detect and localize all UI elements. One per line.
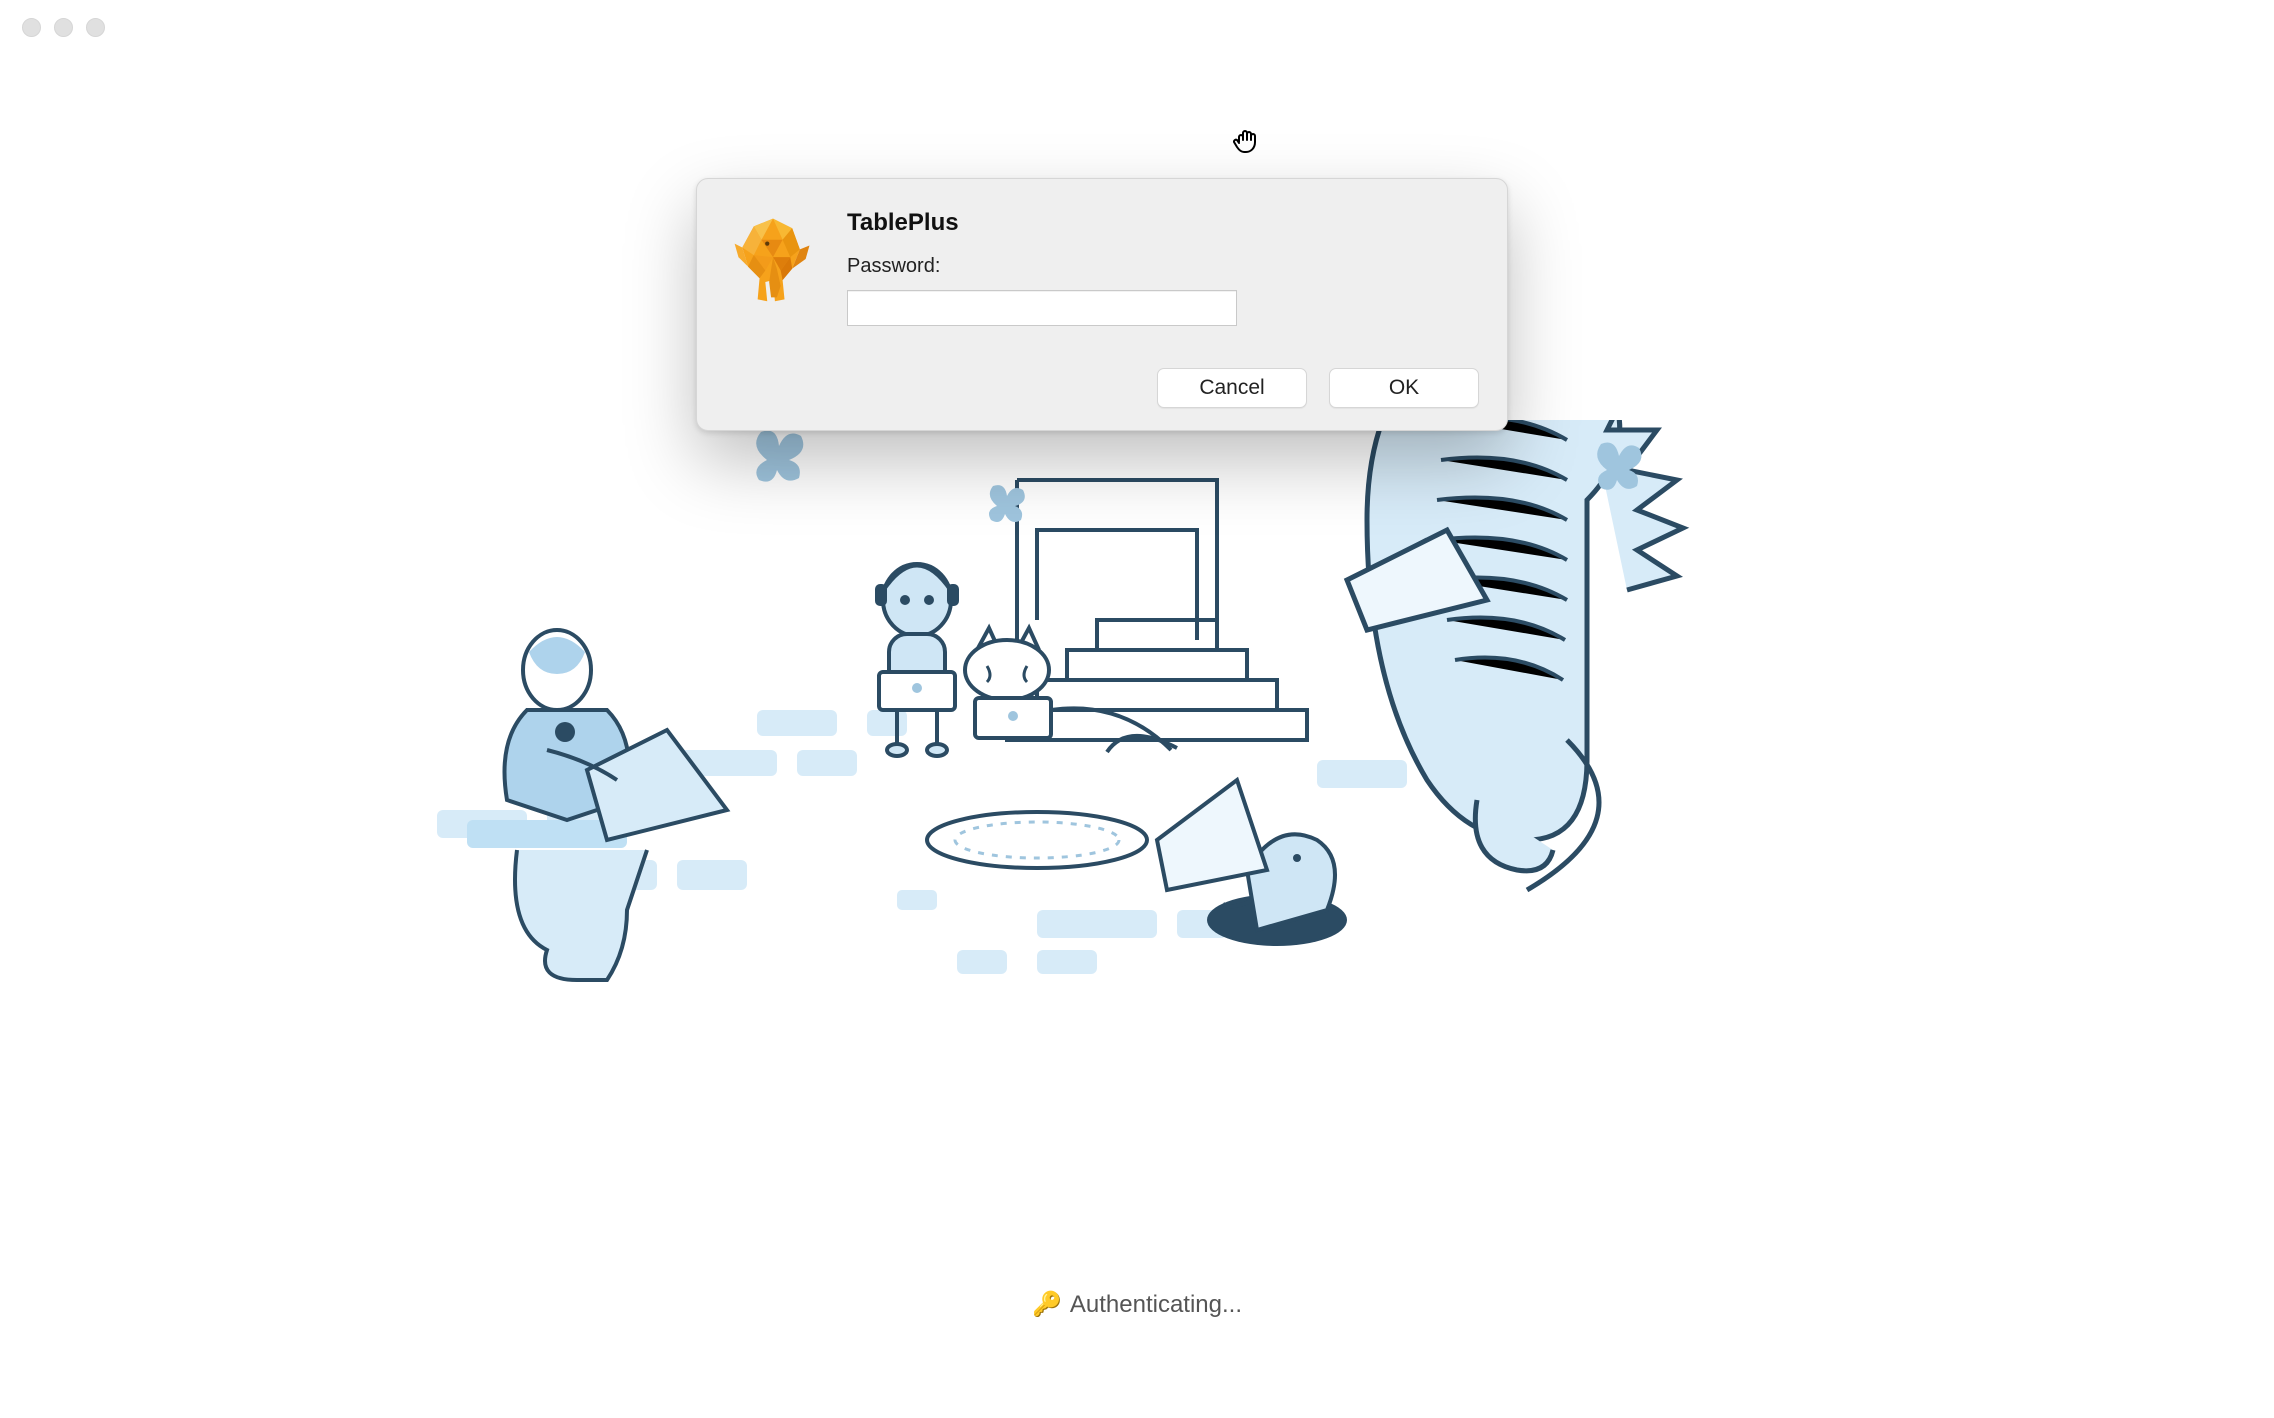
status-row: 🔑 Authenticating... (0, 1290, 2274, 1319)
status-text: Authenticating... (1070, 1291, 1242, 1319)
ok-button[interactable]: OK (1329, 368, 1479, 408)
window-traffic-lights (22, 18, 105, 37)
background-illustration (397, 420, 1877, 1080)
tableplus-app-icon (725, 211, 821, 307)
traffic-light-zoom[interactable] (86, 18, 105, 37)
cancel-button[interactable]: Cancel (1157, 368, 1307, 408)
traffic-light-close[interactable] (22, 18, 41, 37)
password-input[interactable] (847, 290, 1237, 326)
password-label: Password: (847, 255, 1479, 278)
traffic-light-minimize[interactable] (54, 18, 73, 37)
dialog-title: TablePlus (847, 209, 1479, 237)
key-icon: 🔑 (1032, 1290, 1062, 1319)
password-dialog: TablePlus Password: Cancel OK (696, 178, 1508, 431)
